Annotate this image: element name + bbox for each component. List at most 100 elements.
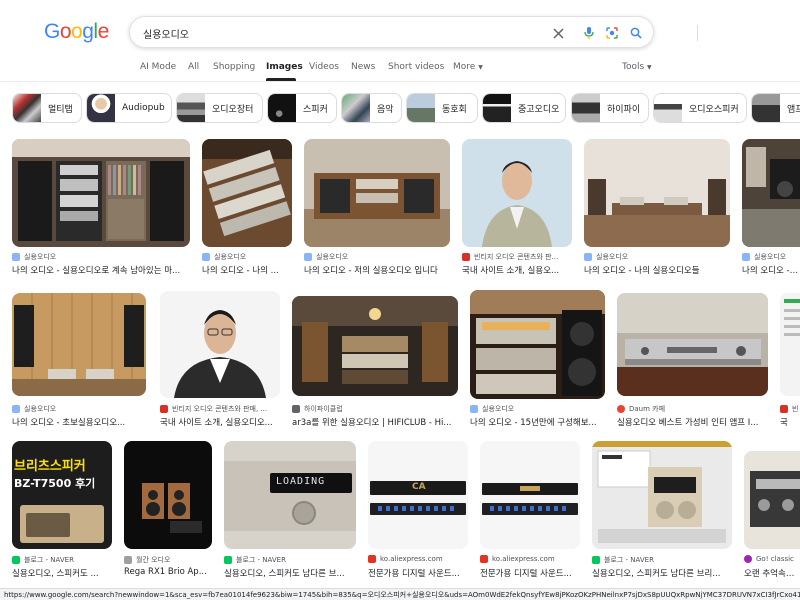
chip-music[interactable]: 음악 xyxy=(341,93,402,123)
result-title: 나의 오디오 - 15년만에 구성해보... xyxy=(470,418,597,428)
product-graphic xyxy=(26,513,70,537)
image-result[interactable]: 실용오디오 나의 오디오 - 실용오디오로 계속 남아있는 마... xyxy=(12,139,190,279)
image-result[interactable]: 실용오디오 나의 오디오 - 초보실용오디오... xyxy=(12,293,146,429)
search-input[interactable] xyxy=(143,23,533,43)
site-favicon-icon xyxy=(744,555,752,563)
result-source-text: 실용오디오 xyxy=(482,405,515,413)
chip-audiopub[interactable]: Audiopub xyxy=(86,93,172,123)
tab-videos[interactable]: Videos xyxy=(309,62,339,72)
caret-down-icon: ▼ xyxy=(478,64,483,71)
chip-thumbnail xyxy=(342,94,370,122)
chip-label: 스피커 xyxy=(303,104,328,115)
result-thumbnail: CA xyxy=(368,441,468,549)
image-result[interactable]: 월간 오디오 Rega RX1 Brio Ap... xyxy=(124,441,212,579)
chip-used-audio[interactable]: 중고오디오 xyxy=(482,93,566,123)
tab-images[interactable]: Images xyxy=(266,62,303,72)
tab-all[interactable]: All xyxy=(188,62,199,72)
image-result[interactable]: LOADING 블로그 - NAVER 실용오디오, 스피커도 남다른 브... xyxy=(224,441,356,579)
tools-button[interactable]: Tools ▼ xyxy=(622,62,652,72)
tab-ai-mode[interactable]: AI Mode xyxy=(140,62,176,72)
search-icon[interactable] xyxy=(626,23,646,43)
chip-speaker[interactable]: 스피커 xyxy=(267,93,337,123)
image-result[interactable]: ko.aliexpress.com 전문가용 디지털 사운드... xyxy=(480,441,580,579)
tab-news[interactable]: News xyxy=(351,62,375,72)
product-graphic xyxy=(520,486,540,491)
header: Google AI Mode All Shopping Images Video… xyxy=(0,0,800,82)
site-favicon-icon xyxy=(480,555,488,563)
chip-label: 동호회 xyxy=(442,104,467,115)
site-favicon-icon xyxy=(224,556,232,564)
result-source: 월간 오디오 xyxy=(124,555,170,565)
microphone-icon[interactable] xyxy=(579,23,599,43)
result-source: 블로그 - NAVER xyxy=(12,555,74,565)
chip-thumbnail xyxy=(87,94,115,122)
image-result[interactable]: 빈티지 오디오 콘텐츠와 판매, ... 국내 사이트 소개, 실용오디오... xyxy=(160,291,280,429)
search-bar[interactable] xyxy=(129,16,698,48)
site-favicon-icon xyxy=(470,405,478,413)
chip-multitap[interactable]: 멀티탭 xyxy=(12,93,82,123)
result-thumbnail xyxy=(584,139,730,247)
chip-hifi[interactable]: 하이파이 xyxy=(571,93,649,123)
result-title: 국내 사이트 소개, 실용오... xyxy=(462,266,560,276)
chip-label: Audiopub xyxy=(122,103,165,113)
image-result[interactable]: Daum 카페 실용오디오 베스트 가성비 인티 앰프 I... xyxy=(617,293,768,429)
chip-audio-market[interactable]: 오디오장터 xyxy=(176,93,263,123)
site-favicon-icon xyxy=(202,253,210,261)
chip-thumbnail xyxy=(572,94,600,122)
result-source-text: 블로그 - NAVER xyxy=(236,556,286,564)
image-result[interactable]: Go! classic 오랜 추억속의 ... xyxy=(744,451,800,579)
site-favicon-icon xyxy=(368,555,376,563)
image-result[interactable]: 블로그 - NAVER 실용오디오, 스피커도 남다른 브리... xyxy=(592,441,732,579)
result-source: 실용오디오 xyxy=(12,252,56,262)
thumb-overlay-text: BZ-T7500 후기 xyxy=(14,477,96,490)
caret-down-icon: ▼ xyxy=(647,64,652,71)
chip-audio-speaker[interactable]: 오디오스피커 xyxy=(653,93,747,123)
thumb-overlay-text: CA xyxy=(412,482,426,492)
thumb-overlay-text: 브리츠스피커 xyxy=(14,459,86,474)
product-graphic xyxy=(490,506,570,511)
image-result[interactable]: 빈 국 xyxy=(780,293,800,429)
image-result[interactable]: 하이파이클럽 ar3a를 위한 실용오디오 | HIFICLUB - Hi... xyxy=(292,296,458,429)
result-source-text: 하이파이클럽 xyxy=(304,405,343,413)
chip-label: 오디오장터 xyxy=(212,104,254,115)
site-favicon-icon xyxy=(12,556,20,564)
lens-icon[interactable] xyxy=(602,23,622,43)
chip-thumbnail xyxy=(483,94,511,122)
result-thumbnail xyxy=(12,293,146,396)
result-title: 오랜 추억속의 ... xyxy=(744,569,800,579)
active-tab-indicator xyxy=(266,78,296,81)
chip-amp[interactable]: 앰프 xyxy=(751,93,800,123)
image-result[interactable]: 실용오디오 나의 오디오 - 15년만에 구성해보... xyxy=(470,290,605,429)
site-favicon-icon xyxy=(780,405,788,413)
image-result[interactable]: 빈티지 오디오 콘텐츠와 판... 국내 사이트 소개, 실용오... xyxy=(462,139,572,279)
image-result[interactable]: CA ko.aliexpress.com 전문가용 디지털 사운드... xyxy=(368,441,468,579)
result-title: 나의 오디오 - 실용오디오로 계속 남아있는 마... xyxy=(12,266,181,276)
clear-icon[interactable] xyxy=(548,23,568,43)
result-thumbnail xyxy=(617,293,768,396)
thumb-overlay-text: LOADING xyxy=(276,476,326,487)
tab-more-label: More xyxy=(453,62,476,72)
image-result[interactable]: 실용오디오 나의 오디오 - 나의 ... xyxy=(202,139,292,279)
image-result[interactable]: 실용오디오 나의 오디오 - 저의 실용오디오 입니다 xyxy=(304,139,450,279)
result-title: 나의 오디오 - 나의 ... xyxy=(202,266,279,276)
result-source: Go! classic xyxy=(744,555,794,563)
chip-thumbnail xyxy=(752,94,780,122)
result-thumbnail xyxy=(742,139,800,247)
tab-shopping[interactable]: Shopping xyxy=(213,62,255,72)
result-title: 나의 오디오 - 저의 실용오디오 입니다 xyxy=(304,266,438,276)
image-result[interactable]: 브리츠스피커 BZ-T7500 후기 블로그 - NAVER 실용오디오, 스피… xyxy=(12,441,112,579)
product-graphic xyxy=(378,506,458,511)
tab-short-videos[interactable]: Short videos xyxy=(388,62,444,72)
result-thumbnail xyxy=(470,290,605,399)
chip-thumbnail xyxy=(268,94,296,122)
tab-more[interactable]: More ▼ xyxy=(453,62,483,72)
image-result[interactable]: 실용오디오 나의 오디오 - 나 xyxy=(742,139,800,279)
chip-club[interactable]: 동호회 xyxy=(406,93,478,123)
result-thumbnail: 브리츠스피커 BZ-T7500 후기 xyxy=(12,441,112,549)
result-title: 나의 오디오 - 나 xyxy=(742,266,800,276)
image-result[interactable]: 실용오디오 나의 오디오 - 나의 실용오디오들 xyxy=(584,139,730,279)
result-source: ko.aliexpress.com xyxy=(368,555,443,563)
result-source-text: Daum 카페 xyxy=(629,405,666,413)
google-logo[interactable]: Google xyxy=(44,20,109,44)
result-source-text: 실용오디오 xyxy=(214,253,247,261)
